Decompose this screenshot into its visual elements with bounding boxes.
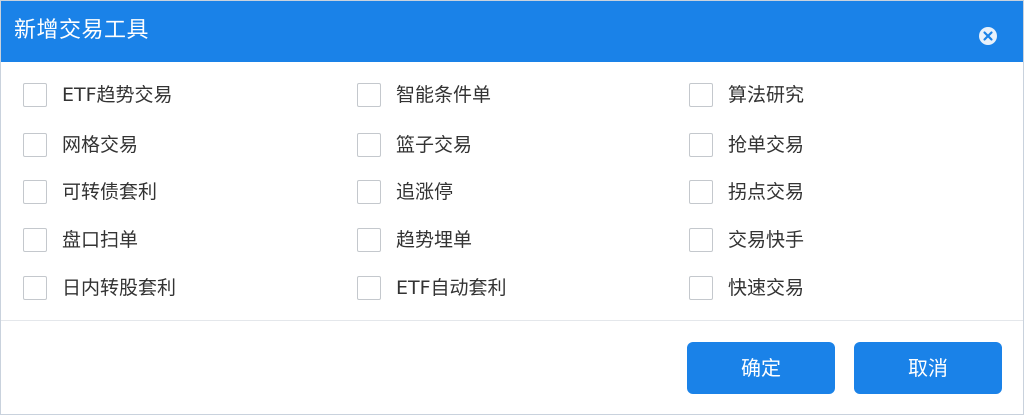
add-trading-tool-dialog: 新增交易工具 ETF趋势交易 网格交易 可转债套利 盘口扫单 日内转股套利 智能… bbox=[0, 0, 1024, 415]
option-label: 抢单交易 bbox=[728, 134, 805, 156]
cancel-button[interactable]: 取消 bbox=[854, 342, 1002, 394]
checkbox[interactable] bbox=[357, 83, 381, 107]
option-label: 交易快手 bbox=[728, 229, 805, 251]
option-label: 盘口扫单 bbox=[62, 229, 139, 251]
checkbox[interactable] bbox=[357, 276, 381, 300]
checkbox[interactable] bbox=[689, 276, 713, 300]
checkbox[interactable] bbox=[23, 276, 47, 300]
option-label: 拐点交易 bbox=[728, 181, 805, 203]
checkbox[interactable] bbox=[357, 133, 381, 157]
option-label: 算法研究 bbox=[728, 84, 805, 106]
footer-divider bbox=[1, 320, 1023, 321]
dialog-title: 新增交易工具 bbox=[14, 18, 150, 43]
checkbox[interactable] bbox=[689, 228, 713, 252]
close-icon[interactable] bbox=[979, 27, 997, 45]
option-label: 快速交易 bbox=[728, 277, 805, 299]
dialog-titlebar: 新增交易工具 bbox=[1, 1, 1023, 62]
tool-options-grid: ETF趋势交易 网格交易 可转债套利 盘口扫单 日内转股套利 智能条件单 篮子交… bbox=[1, 62, 1023, 319]
option-label: 可转债套利 bbox=[62, 181, 158, 203]
checkbox[interactable] bbox=[689, 83, 713, 107]
option-label: 日内转股套利 bbox=[62, 277, 177, 299]
option-label: 趋势埋单 bbox=[396, 229, 473, 251]
option-label: 追涨停 bbox=[396, 181, 454, 203]
option-label: 智能条件单 bbox=[396, 84, 492, 106]
checkbox[interactable] bbox=[357, 180, 381, 204]
checkbox[interactable] bbox=[23, 180, 47, 204]
option-label: ETF趋势交易 bbox=[62, 84, 173, 106]
checkbox[interactable] bbox=[23, 228, 47, 252]
confirm-button[interactable]: 确定 bbox=[687, 342, 835, 394]
checkbox[interactable] bbox=[689, 180, 713, 204]
checkbox[interactable] bbox=[689, 133, 713, 157]
option-label: 篮子交易 bbox=[396, 134, 473, 156]
option-label: ETF自动套利 bbox=[396, 277, 507, 299]
option-label: 网格交易 bbox=[62, 134, 139, 156]
checkbox[interactable] bbox=[357, 228, 381, 252]
checkbox[interactable] bbox=[23, 83, 47, 107]
checkbox[interactable] bbox=[23, 133, 47, 157]
